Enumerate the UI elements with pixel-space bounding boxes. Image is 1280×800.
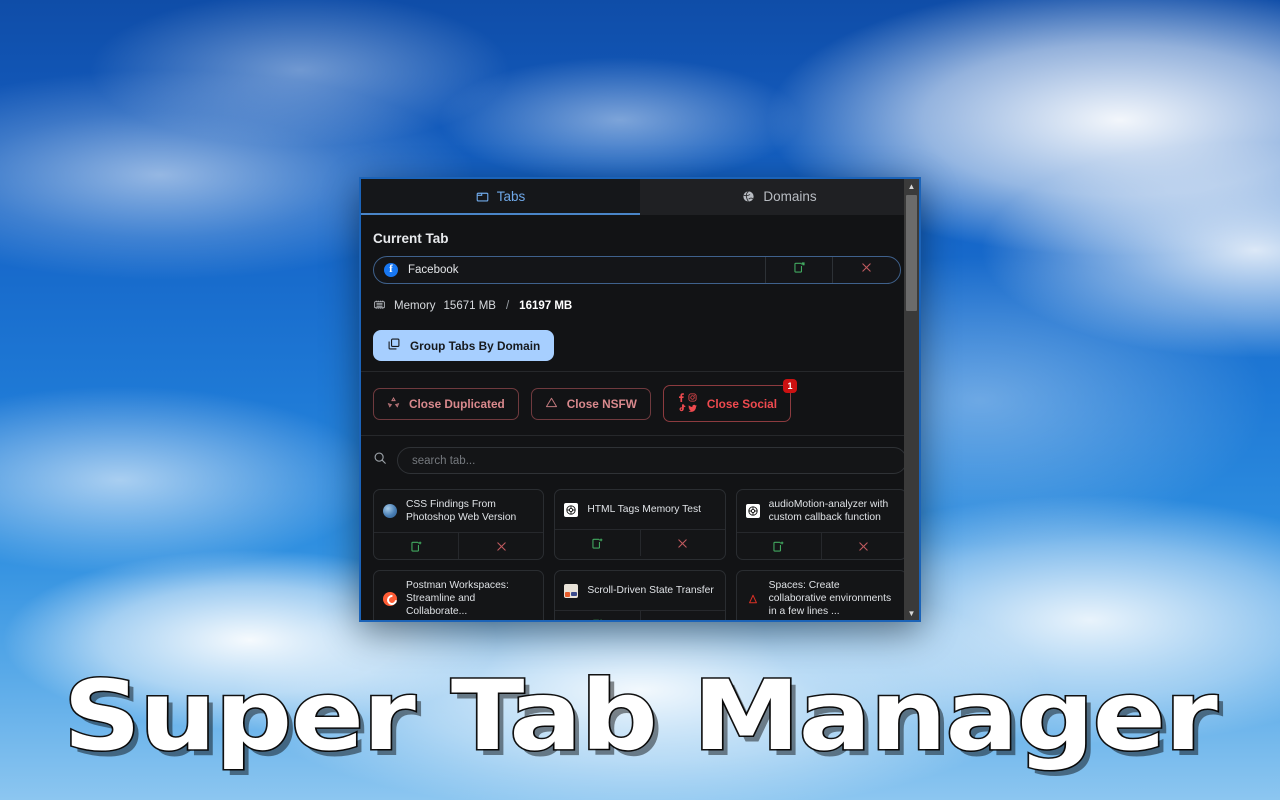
scroll-down-arrow[interactable]: ▼: [904, 606, 919, 620]
close-social-badge: 1: [783, 379, 798, 393]
close-icon: [860, 261, 873, 279]
copy-layers-icon: [387, 337, 401, 354]
popup-tabstrip: Tabs Domains: [361, 179, 919, 215]
scrollbar-thumb[interactable]: [906, 195, 917, 311]
globe-favicon: [383, 504, 397, 518]
current-tab-title-cell[interactable]: f Facebook: [374, 257, 766, 283]
search-icon: [373, 451, 387, 470]
tab-card-open-button[interactable]: [555, 611, 641, 620]
globe-icon: [742, 190, 755, 203]
tab-card-head[interactable]: Spaces: Create collaborative environment…: [737, 571, 906, 620]
close-icon: [859, 541, 869, 551]
close-social-label: Close Social: [706, 396, 778, 411]
dark-target-favicon: [745, 504, 760, 518]
open-new-icon: [773, 540, 784, 552]
postman-favicon: [383, 591, 397, 606]
tab-card-open-button[interactable]: [555, 530, 641, 556]
tab-card-title: Scroll-Driven State Transfer: [587, 585, 714, 596]
search-row: [361, 436, 919, 485]
open-new-icon: [592, 618, 603, 620]
tab-card-grid: CSS Findings From Photoshop Web Version: [361, 485, 919, 620]
memory-label: Memory: [394, 300, 436, 312]
dark-target-favicon: [564, 502, 579, 517]
current-tab-title: Facebook: [408, 264, 459, 276]
current-tab-open-button[interactable]: [766, 257, 833, 283]
facebook-icon: f: [384, 263, 398, 277]
close-nsfw-label: Close NSFW: [566, 396, 637, 411]
close-duplicated-label: Close Duplicated: [409, 396, 505, 411]
tab-card-title: audioMotion-analyzer with custom callbac…: [768, 499, 889, 523]
close-icon: [678, 538, 687, 548]
tab-card-close-button[interactable]: [641, 530, 725, 556]
memory-separator: /: [505, 300, 510, 312]
vertical-scrollbar[interactable]: ▲ ▼: [904, 179, 919, 620]
tab-card-head[interactable]: Scroll-Driven State Transfer: [555, 571, 725, 611]
current-tab-close-button[interactable]: [833, 257, 900, 283]
tab-card-open-button[interactable]: [374, 533, 460, 559]
tab-card[interactable]: Spaces: Create collaborative environment…: [735, 570, 907, 620]
tab-card-close-button[interactable]: [459, 533, 543, 559]
tab-card[interactable]: CSS Findings From Photoshop Web Version: [373, 489, 545, 560]
close-nsfw-button[interactable]: Close NSFW: [530, 387, 651, 420]
tab-card-actions: [374, 533, 543, 559]
popup-body: Current Tab f Facebook Memory 15671 MB /…: [361, 215, 919, 620]
current-tab-section: Current Tab f Facebook Memory 15671 MB /…: [361, 215, 919, 371]
tabs-icon: [476, 190, 489, 203]
tab-domains[interactable]: Domains: [640, 179, 919, 215]
tab-card[interactable]: HTML Tags Memory Test: [554, 489, 726, 560]
tab-card-head[interactable]: CSS Findings From Photoshop Web Version: [374, 490, 544, 533]
close-icon: [678, 619, 687, 620]
scroll-up-arrow[interactable]: ▲: [904, 179, 919, 193]
tab-card-title: Spaces: Create collaborative environment…: [768, 580, 892, 617]
close-duplicated-button[interactable]: Close Duplicated: [373, 387, 519, 420]
group-tabs-by-domain-label: Group Tabs By Domain: [410, 338, 541, 353]
close-social-button[interactable]: Close Social 1: [662, 379, 798, 422]
tab-card[interactable]: Scroll-Driven State Transfer: [554, 570, 726, 620]
group-tabs-by-domain-button[interactable]: Group Tabs By Domain: [373, 330, 555, 361]
memory-status: Memory 15671 MB / 16197 MB: [373, 298, 907, 314]
current-tab-row: f Facebook: [373, 256, 901, 284]
open-new-icon: [410, 540, 422, 552]
open-new-icon: [793, 261, 806, 279]
super-tab-manager-popup: Tabs Domains Current Tab f Facebook Memo…: [359, 177, 921, 622]
tab-card-actions: [737, 533, 906, 559]
search-input[interactable]: [397, 447, 907, 474]
tab-card[interactable]: Postman Workspaces: Streamline and Colla…: [373, 570, 545, 620]
tab-card-title: CSS Findings From Photoshop Web Version: [406, 499, 517, 523]
desktop-background: Tabs Domains Current Tab f Facebook Memo…: [0, 0, 1280, 800]
tab-card-title: Postman Workspaces: Streamline and Colla…: [406, 580, 509, 617]
page-title: Super Tab Manager: [62, 659, 1220, 774]
current-tab-heading: Current Tab: [373, 231, 449, 246]
tab-card-open-button[interactable]: [737, 533, 822, 559]
social-icons: [677, 393, 698, 414]
tab-card-actions: [555, 611, 725, 620]
tab-card-title: HTML Tags Memory Test: [587, 504, 702, 515]
letter-a-favicon: [746, 592, 760, 606]
tab-card-close-button[interactable]: [822, 533, 906, 559]
recycle-icon: [387, 396, 400, 412]
memory-chip-icon: [373, 298, 386, 314]
tab-card-close-button[interactable]: [641, 611, 725, 620]
close-icon: [497, 541, 506, 551]
tab-tabs[interactable]: Tabs: [361, 179, 640, 215]
warning-triangle-icon: [545, 396, 558, 412]
memory-total: 16197 MB: [519, 300, 573, 312]
open-new-icon: [592, 537, 603, 549]
tab-card-head[interactable]: audioMotion-analyzer with custom callbac…: [736, 490, 906, 533]
danger-actions-row: Close Duplicated Close NSFW Close Social…: [361, 372, 919, 435]
tab-card-head[interactable]: HTML Tags Memory Test: [555, 490, 725, 530]
tab-domains-label: Domains: [763, 188, 817, 204]
tab-tabs-label: Tabs: [496, 188, 526, 204]
tab-card-head[interactable]: Postman Workspaces: Streamline and Colla…: [374, 571, 543, 620]
twitter-icon: [688, 402, 698, 416]
tab-card[interactable]: audioMotion-analyzer with custom callbac…: [735, 489, 907, 560]
memory-used: 15671 MB: [443, 300, 496, 312]
tab-card-actions: [555, 530, 724, 556]
tiktok-icon: [677, 402, 686, 416]
image-favicon: [564, 583, 579, 598]
